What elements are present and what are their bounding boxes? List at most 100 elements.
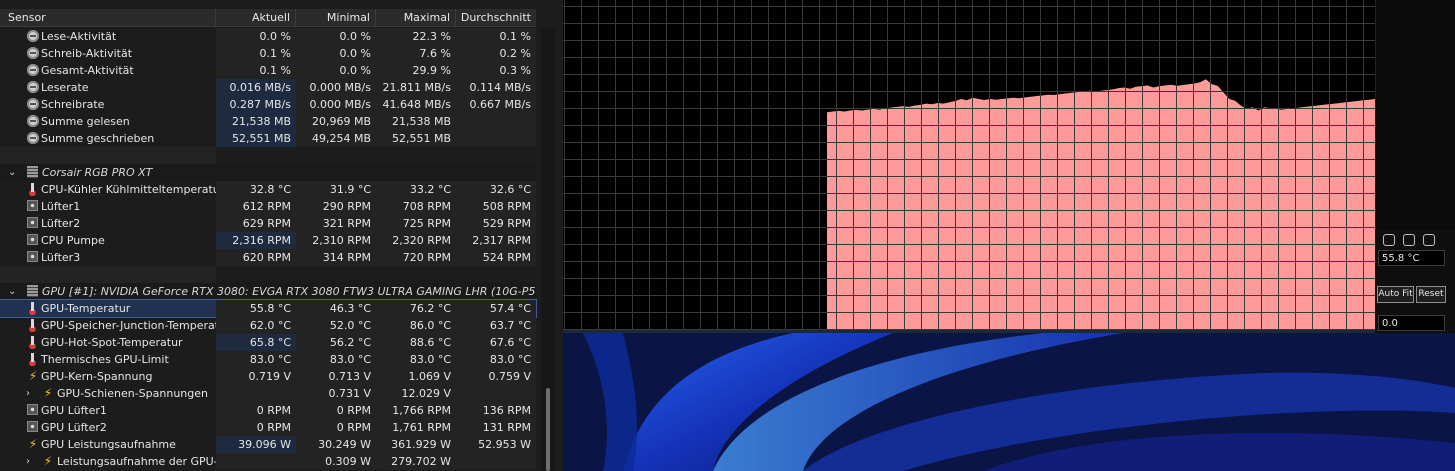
value-avg (456, 453, 536, 470)
sensor-label: Schreibrate (41, 98, 105, 111)
value-max: 12.029 V (376, 385, 456, 402)
disk-icon (27, 115, 39, 127)
fan-icon (27, 234, 38, 245)
sensor-label: Schreib-Aktivität (41, 47, 133, 60)
value-current: 83.0 °C (216, 351, 296, 368)
sensor-row[interactable]: GPU Lüfter2 0 RPM 0 RPM 1,761 RPM 131 RPM (0, 419, 536, 436)
value-current: 0 RPM (216, 402, 296, 419)
sensor-list: Lese-Aktivität 0.0 % 0.0 % 22.3 % 0.1 % Schre… (0, 28, 537, 470)
sensor-label: GPU Lüfter2 (41, 421, 107, 434)
vertical-scrollbar[interactable] (541, 28, 555, 471)
value-min: 49,254 MB (296, 130, 376, 147)
chevron-down-icon[interactable]: ⌄ (8, 164, 18, 181)
scroll-thumb[interactable] (546, 388, 550, 471)
chevron-down-icon[interactable]: ⌄ (8, 283, 18, 300)
sensor-label: Lese-Aktivität (41, 30, 117, 43)
thermometer-icon (29, 302, 36, 315)
thermometer-icon (29, 319, 36, 332)
value-min: 0.000 MB/s (296, 96, 376, 113)
value-min: 56.2 °C (296, 334, 376, 351)
sensor-label: GPU Lüfter1 (41, 404, 107, 417)
value-avg (456, 385, 536, 402)
value-avg: 0.114 MB/s (456, 79, 536, 96)
col-max[interactable]: Maximal (376, 9, 456, 26)
sensor-row[interactable]: Summe geschrieben 52,551 MB 49,254 MB 52,55… (0, 130, 536, 147)
col-avg[interactable]: Durchschnitt (456, 9, 536, 26)
sensor-row[interactable]: ⚡ GPU Leistungsaufnahme 39.096 W 30.249 W 36… (0, 436, 536, 453)
chevron-right-icon[interactable]: › (26, 453, 36, 470)
value-current: 0.1 % (216, 62, 296, 79)
value-avg: 67.6 °C (456, 334, 536, 351)
sensor-row[interactable]: Thermisches GPU-Limit 83.0 °C 83.0 °C 83.0 … (0, 351, 536, 368)
desktop-wallpaper (563, 333, 1455, 471)
value-max: 708 RPM (376, 198, 456, 215)
sensor-row[interactable]: GPU-Temperatur 55.8 °C 46.3 °C 76.2 °C 57.4 … (0, 299, 537, 318)
value-max: 1.069 V (376, 368, 456, 385)
lightning-icon: ⚡ (28, 369, 38, 383)
sensor-row[interactable]: CPU-Kühler Kühlmitteltemperatur 32.8 °C 31… (0, 181, 536, 198)
sensor-row[interactable]: CPU Pumpe 2,316 RPM 2,310 RPM 2,320 RPM 2,31… (0, 232, 536, 249)
sensor-row[interactable]: › ⚡ Leistungsaufnahme der GPU-... 0.309 W 27… (0, 453, 536, 470)
sensor-row[interactable]: Lüfter3 620 RPM 314 RPM 720 RPM 524 RPM (0, 249, 536, 266)
option-toggle-2[interactable] (1403, 234, 1415, 246)
value-max: 41.648 MB/s (376, 96, 456, 113)
value-max: 21.811 MB/s (376, 79, 456, 96)
column-header: Sensor Aktuell Minimal Maximal Durchschn… (0, 9, 536, 27)
value-current: 32.8 °C (216, 181, 296, 198)
sensor-row[interactable]: Summe gelesen 21,538 MB 20,969 MB 21,538 MB (0, 113, 536, 130)
sensor-label: Thermisches GPU-Limit (41, 353, 169, 366)
value-current: 0.016 MB/s (216, 79, 296, 96)
sensor-row[interactable]: Lese-Aktivität 0.0 % 0.0 % 22.3 % 0.1 % (0, 28, 536, 45)
value-avg: 0.759 V (456, 368, 536, 385)
sensor-row[interactable]: Schreibrate 0.287 MB/s 0.000 MB/s 41.648 MB… (0, 96, 536, 113)
value-min: 20,969 MB (296, 113, 376, 130)
sensor-row[interactable]: ⚡ GPU-Kern-Spannung 0.719 V 0.713 V 1.069 V0… (0, 368, 536, 385)
option-toggle-3[interactable] (1423, 234, 1435, 246)
thermometer-icon (29, 353, 36, 366)
sensor-label: Summe gelesen (41, 115, 130, 128)
spacer-row (0, 266, 536, 283)
value-max: 720 RPM (376, 249, 456, 266)
value-avg: 0.667 MB/s (456, 96, 536, 113)
sensor-row[interactable]: Lüfter2 629 RPM 321 RPM 725 RPM 529 RPM (0, 215, 536, 232)
sensor-label: GPU-Schienen-Spannungen (57, 387, 208, 400)
min-value-field[interactable]: 0.0 (1378, 315, 1445, 331)
value-avg: 524 RPM (456, 249, 536, 266)
disk-icon (27, 47, 39, 59)
group-label: GPU [#1]: NVIDIA GeForce RTX 3080: EVGA … (42, 285, 536, 298)
value-min: 314 RPM (296, 249, 376, 266)
value-avg: 52.953 W (456, 436, 536, 453)
value-current: 2,316 RPM (216, 232, 296, 249)
value-max: 52,551 MB (376, 130, 456, 147)
value-max: 88.6 °C (376, 334, 456, 351)
value-min: 46.3 °C (296, 300, 376, 317)
sensor-row[interactable]: Lüfter1 612 RPM 290 RPM 708 RPM 508 RPM (0, 198, 536, 215)
sensor-group-header[interactable]: ⌄ GPU [#1]: NVIDIA GeForce RTX 3080: EVGA… (0, 283, 536, 300)
option-toggle-1[interactable] (1383, 234, 1395, 246)
sensor-row[interactable]: Schreib-Aktivität 0.1 % 0.0 % 7.6 % 0.2 % (0, 45, 536, 62)
sensor-graph[interactable] (563, 0, 1375, 330)
auto-fit-button[interactable]: Auto Fit (1377, 286, 1414, 303)
value-current: 0.1 % (216, 45, 296, 62)
sensor-row[interactable]: › ⚡ GPU-Schienen-Spannungen 0.731 V 12.029 V (0, 385, 536, 402)
value-min: 290 RPM (296, 198, 376, 215)
disk-icon (27, 132, 39, 144)
graph-controls: 55.8 °C Auto Fit Reset 0.0 (1375, 0, 1455, 336)
thermometer-icon (29, 336, 36, 349)
sensor-label: Lüfter3 (41, 251, 81, 264)
sensor-row[interactable]: GPU Lüfter1 0 RPM 0 RPM 1,766 RPM 136 RPM (0, 402, 536, 419)
col-sensor[interactable]: Sensor (0, 9, 216, 26)
col-current[interactable]: Aktuell (216, 9, 296, 26)
sensor-row[interactable]: GPU-Speicher-Junction-Temperatur 62.0 °C 5… (0, 317, 536, 334)
chevron-right-icon[interactable]: › (26, 385, 36, 402)
sensor-group-header[interactable]: ⌄ Corsair RGB PRO XT (0, 164, 536, 181)
value-min: 0.0 % (296, 62, 376, 79)
value-current: 21,538 MB (216, 113, 296, 130)
sensor-row[interactable]: GPU-Hot-Spot-Temperatur 65.8 °C 56.2 °C 88.… (0, 334, 536, 351)
reset-button[interactable]: Reset (1416, 286, 1446, 303)
value-max: 33.2 °C (376, 181, 456, 198)
sensor-row[interactable]: Gesamt-Aktivität 0.1 % 0.0 % 29.9 % 0.3 % (0, 62, 536, 79)
col-min[interactable]: Minimal (296, 9, 376, 26)
sensor-row[interactable]: Leserate 0.016 MB/s 0.000 MB/s 21.811 MB/s 0… (0, 79, 536, 96)
value-min: 83.0 °C (296, 351, 376, 368)
